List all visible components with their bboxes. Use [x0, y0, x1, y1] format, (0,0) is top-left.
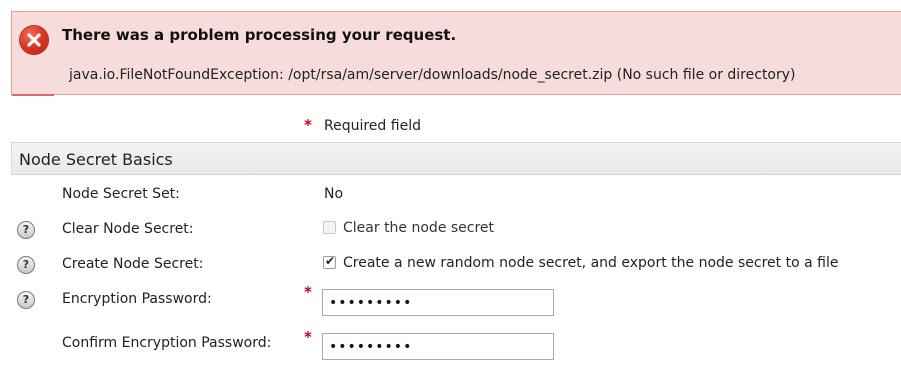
error-x-icon — [20, 26, 48, 54]
clear-node-secret-checkbox[interactable] — [323, 221, 336, 234]
required-star-icon: * — [304, 283, 312, 301]
checkmark-icon: ✔ — [325, 254, 336, 268]
error-banner: There was a problem processing your requ… — [11, 11, 901, 96]
encryption-password-input[interactable] — [322, 289, 554, 316]
required-star-icon: * — [304, 116, 312, 134]
clear-node-secret-label: Clear Node Secret: — [62, 221, 194, 237]
encryption-password-label: Encryption Password: — [62, 291, 212, 307]
create-node-secret-label: Create Node Secret: — [62, 256, 204, 272]
confirm-encryption-password-input[interactable] — [322, 333, 554, 360]
confirm-encryption-password-label: Confirm Encryption Password: — [62, 335, 272, 351]
node-secret-set-value: No — [324, 186, 344, 202]
clear-node-secret-checkbox-label: Clear the node secret — [343, 220, 495, 236]
error-accent-bar — [12, 94, 54, 96]
required-field-legend: Required field — [324, 118, 421, 134]
help-icon[interactable]: ? — [17, 291, 35, 309]
help-icon[interactable]: ? — [17, 221, 35, 239]
error-title: There was a problem processing your requ… — [62, 26, 457, 44]
required-star-icon: * — [304, 328, 312, 346]
create-node-secret-checkbox-label: Create a new random node secret, and exp… — [343, 255, 839, 271]
section-header: Node Secret Basics — [11, 142, 901, 175]
node-secret-set-label: Node Secret Set: — [62, 186, 180, 202]
create-node-secret-checkbox[interactable]: ✔ — [323, 254, 336, 269]
error-message: java.io.FileNotFoundException: /opt/rsa/… — [69, 67, 796, 83]
section-title: Node Secret Basics — [19, 150, 173, 169]
help-icon[interactable]: ? — [17, 256, 35, 274]
